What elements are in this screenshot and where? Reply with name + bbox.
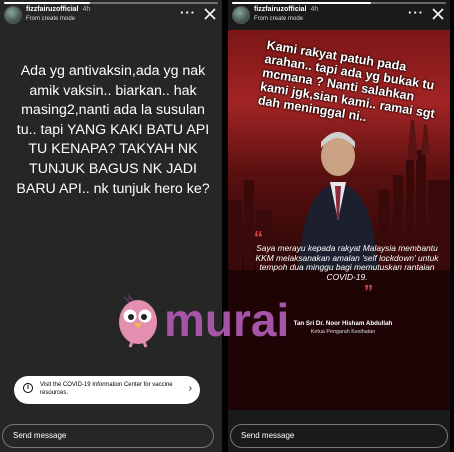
send-message-placeholder: Send message xyxy=(241,431,295,440)
murai-watermark: murai xyxy=(114,292,344,356)
story-header: fizzfairuzofficial 4h From create mode ··… xyxy=(4,6,218,28)
right-story-panel: “ Saya merayu kepada rakyat Malaysia mem… xyxy=(228,0,450,452)
story-progress-bar xyxy=(4,2,218,4)
close-quote-icon: ” xyxy=(364,282,373,302)
story-subtitle: From create mode xyxy=(254,16,304,22)
story-username[interactable]: fizzfairuzofficial 4h xyxy=(26,6,90,13)
info-icon: i xyxy=(23,383,33,393)
chevron-right-icon: › xyxy=(188,383,192,394)
story-progress-bar xyxy=(232,2,446,4)
story-progress-fill xyxy=(232,2,372,4)
bird-logo-icon xyxy=(119,294,157,348)
more-icon[interactable]: ··· xyxy=(408,6,424,20)
close-icon[interactable] xyxy=(204,8,216,20)
send-message-input[interactable]: Send message xyxy=(2,424,214,448)
story-username[interactable]: fizzfairuzofficial 4h xyxy=(254,6,318,13)
avatar[interactable] xyxy=(4,6,22,24)
story-progress-fill xyxy=(4,2,90,4)
story-text: Ada yg antivaksin,ada yg nak amik vaksin… xyxy=(16,63,210,197)
avatar[interactable] xyxy=(232,6,250,24)
story-subtitle: From create mode xyxy=(26,16,76,22)
quote-text: Saya merayu kepada rakyat Malaysia memba… xyxy=(255,243,439,282)
story-time: 4h xyxy=(82,6,91,13)
more-icon[interactable]: ··· xyxy=(180,6,196,20)
covid-info-text: Visit the COVID-19 Information Center fo… xyxy=(40,382,173,396)
send-message-placeholder: Send message xyxy=(13,431,67,440)
story-header: fizzfairuzofficial 4h From create mode ··… xyxy=(232,6,446,28)
send-message-input[interactable]: Send message xyxy=(230,424,448,448)
watermark-text: murai xyxy=(164,294,290,346)
covid-info-sticker[interactable]: i Visit the COVID-19 Information Center … xyxy=(14,376,200,404)
close-icon[interactable] xyxy=(432,8,444,20)
story-time: 4h xyxy=(310,6,319,13)
left-story-panel: fizzfairuzofficial 4h From create mode ··… xyxy=(0,0,222,452)
